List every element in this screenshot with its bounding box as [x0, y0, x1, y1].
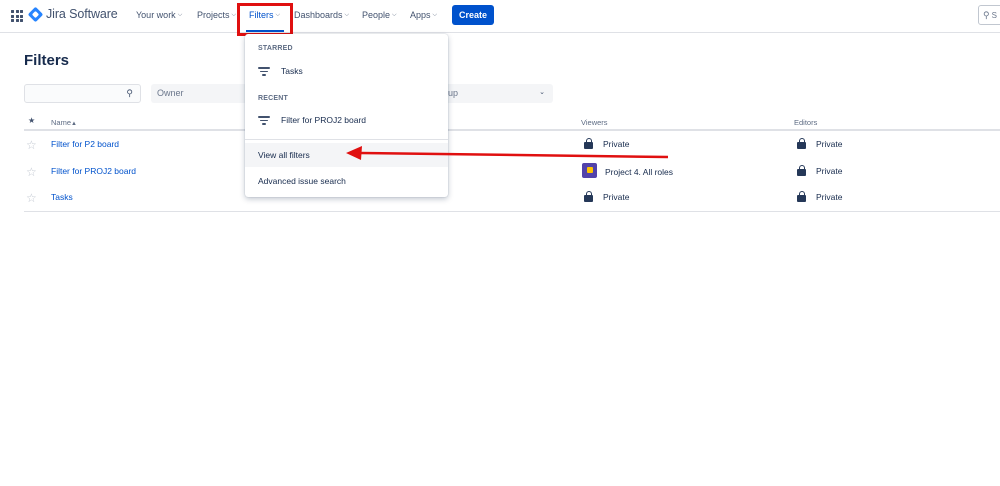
nav-apps-label: Apps — [410, 10, 431, 20]
viewer-value: Project 4. All roles — [605, 167, 674, 177]
star-icon[interactable]: ☆ — [26, 165, 37, 179]
dropdown-item-label: Tasks — [281, 66, 303, 76]
star-icon[interactable]: ☆ — [26, 138, 37, 152]
nav-dashboards[interactable]: Dashboards ⌵ — [294, 10, 349, 20]
top-navigation: Jira Software Your work ⌵ Projects ⌵ Filte… — [0, 0, 1000, 33]
viewers-column-header: Viewers — [581, 118, 608, 127]
nav-dashboards-label: Dashboards — [294, 10, 343, 20]
lock-icon — [797, 137, 806, 149]
global-search-input[interactable]: ⚲ S — [978, 5, 1000, 25]
filter-icon — [258, 115, 270, 125]
editor-cell: Private — [797, 190, 843, 202]
star-icon[interactable]: ☆ — [26, 191, 37, 205]
viewer-cell: Private — [584, 190, 630, 202]
lock-icon — [584, 137, 593, 149]
nav-projects-label: Projects — [197, 10, 230, 20]
nav-people-label: People — [362, 10, 391, 20]
nav-people[interactable]: People ⌵ — [362, 10, 397, 20]
chevron-down-icon: ⌵ — [177, 11, 183, 18]
page-title: Filters — [24, 52, 70, 69]
dropdown-divider — [245, 139, 448, 140]
group-select-value: up — [448, 88, 459, 98]
lock-icon — [797, 164, 806, 176]
editor-cell: Private — [797, 164, 843, 176]
editor-value: Private — [816, 192, 843, 202]
recent-heading: RECENT — [258, 95, 288, 102]
search-icon: ⚲ — [126, 88, 133, 98]
annotation-arrow — [346, 146, 669, 160]
editor-value: Private — [816, 139, 843, 149]
starred-heading: STARRED — [258, 45, 293, 52]
chevron-down-icon: ⌵ — [432, 11, 438, 18]
table-bottom-divider — [24, 211, 1000, 212]
viewer-cell: Project 4. All roles — [582, 163, 674, 178]
nav-projects[interactable]: Projects ⌵ — [197, 10, 236, 20]
dropdown-item-starred-tasks[interactable]: Tasks — [245, 59, 448, 83]
dropdown-item-recent-proj2[interactable]: Filter for PROJ2 board — [245, 108, 448, 132]
dropdown-item-label: Filter for PROJ2 board — [281, 115, 367, 125]
editor-value: Private — [816, 166, 843, 176]
filter-name-link[interactable]: Tasks — [51, 192, 73, 202]
chevron-down-icon: ⌵ — [392, 11, 397, 18]
app-switcher-icon[interactable] — [11, 10, 23, 22]
filter-search-input[interactable]: ⚲ — [24, 84, 141, 103]
chevron-down-icon: ⌄ — [539, 89, 545, 96]
create-button[interactable]: Create — [452, 5, 494, 25]
jira-logo-icon — [27, 6, 44, 22]
filter-name-link[interactable]: Filter for P2 board — [51, 139, 119, 149]
lock-icon — [797, 190, 806, 202]
owner-select[interactable]: Owner — [151, 84, 247, 103]
global-search-placeholder: S — [991, 10, 997, 20]
view-all-filters-link[interactable]: View all filters — [245, 143, 448, 167]
lock-icon — [584, 190, 593, 202]
editors-column-header: Editors — [794, 118, 818, 127]
nav-apps[interactable]: Apps ⌵ — [410, 10, 437, 20]
advanced-issue-search-link[interactable]: Advanced issue search — [245, 169, 448, 193]
app-name: Jira Software — [46, 7, 118, 21]
filter-icon — [258, 66, 270, 76]
viewer-value: Private — [603, 139, 630, 149]
chevron-down-icon: ⌵ — [231, 11, 237, 18]
table-row: ☆ Tasks Private Private — [24, 185, 1000, 211]
project-avatar-icon — [582, 163, 597, 178]
nav-your-work[interactable]: Your work ⌵ — [136, 10, 182, 20]
nav-your-work-label: Your work — [136, 10, 176, 20]
table-row: ☆ Filter for PROJ2 board Project 4. All … — [24, 159, 1000, 185]
sort-ascending-icon: ▲ — [71, 121, 77, 127]
filters-dropdown-menu: STARRED Tasks RECENT Filter for PROJ2 bo… — [245, 34, 448, 197]
jira-logo[interactable]: Jira Software — [27, 6, 118, 22]
chevron-down-icon: ⌵ — [344, 11, 350, 18]
editor-cell: Private — [797, 137, 843, 149]
table-header: ★ Name▲ Viewers Editors — [24, 113, 1000, 131]
name-header-label: Name — [51, 118, 72, 127]
viewer-cell: Private — [584, 137, 630, 149]
filter-name-link[interactable]: Filter for PROJ2 board — [51, 166, 136, 176]
table-row: ☆ Filter for P2 board Private Private — [24, 132, 1000, 158]
viewer-value: Private — [603, 192, 630, 202]
search-icon: ⚲ — [983, 9, 990, 20]
name-column-header[interactable]: Name▲ — [51, 118, 77, 127]
annotation-highlight-box — [237, 3, 293, 36]
group-select[interactable]: up ⌄ — [440, 84, 553, 103]
star-column-header[interactable]: ★ — [28, 116, 35, 125]
